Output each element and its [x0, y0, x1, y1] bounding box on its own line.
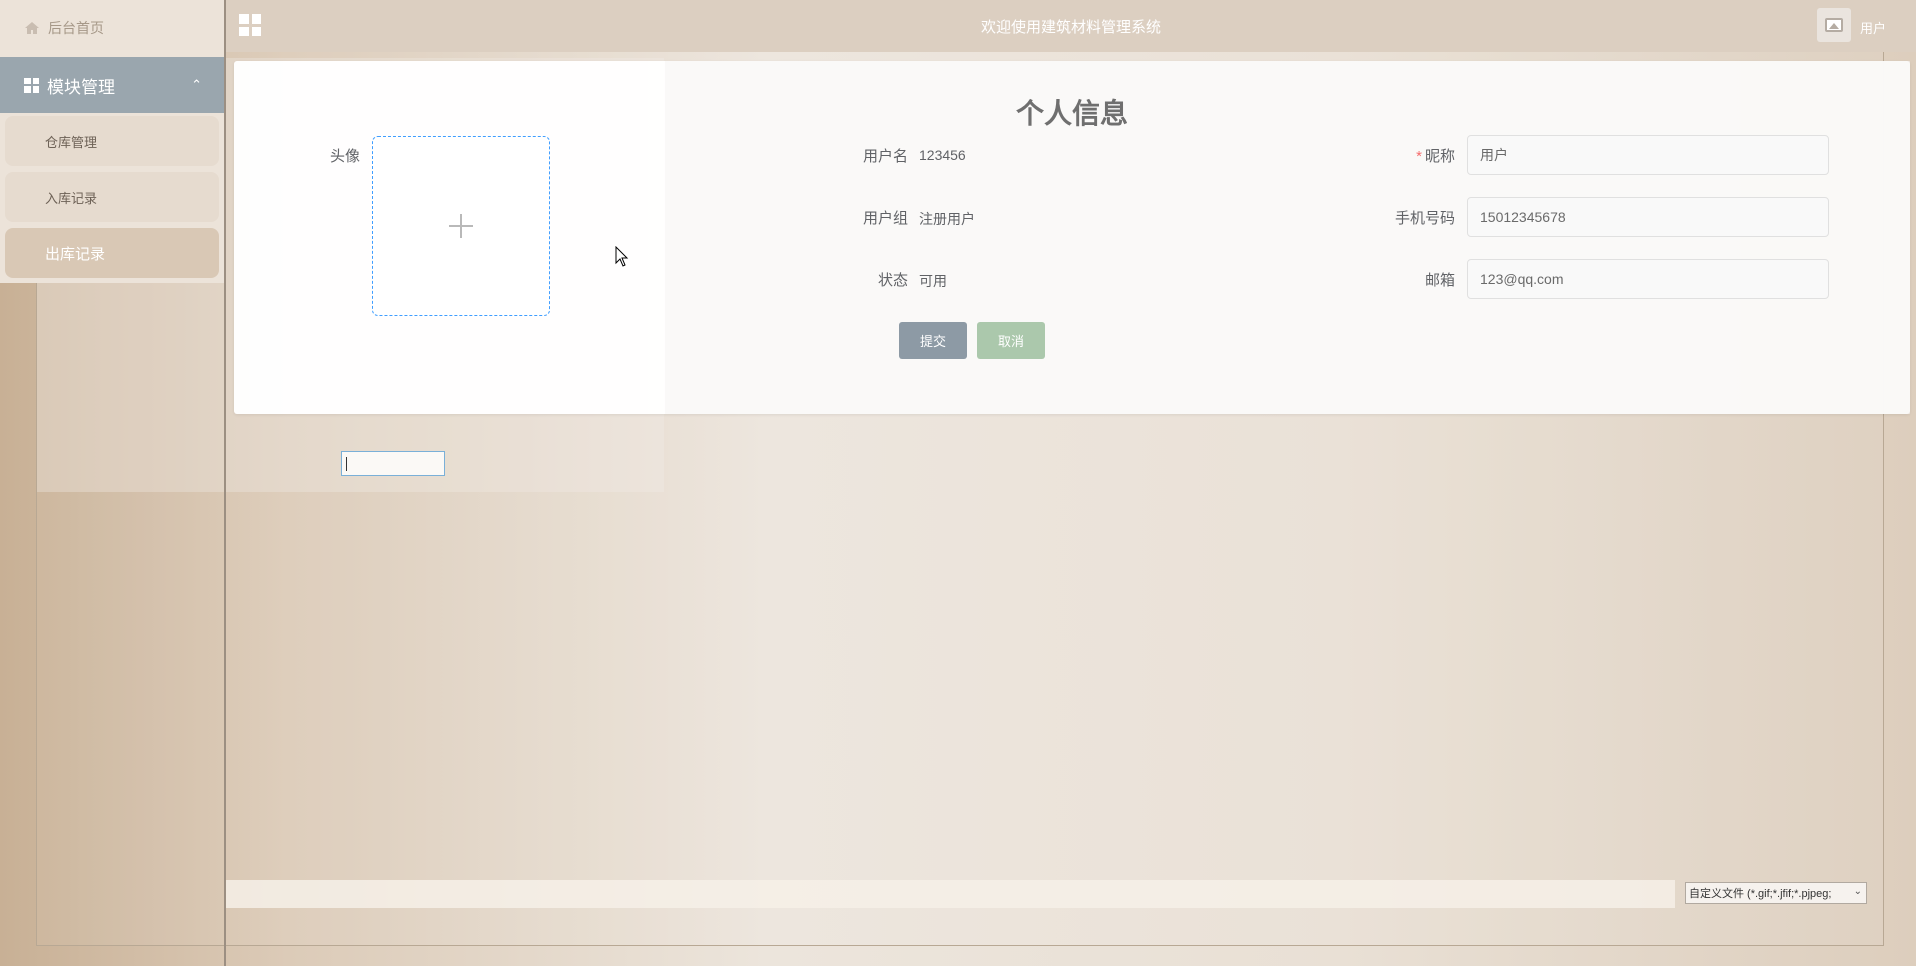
sidebar-item-home[interactable]: 后台首页: [0, 0, 224, 56]
plus-icon: [449, 214, 473, 238]
status-value: 可用: [919, 273, 947, 289]
user-name[interactable]: 用户: [1860, 18, 1886, 37]
sidebar-item-inbound[interactable]: 入库记录: [5, 172, 219, 222]
avatar-upload[interactable]: [372, 136, 550, 316]
mouse-cursor-icon: [615, 246, 629, 267]
sidebar-item-label: 入库记录: [45, 190, 98, 206]
app-title: 欢迎使用建筑材料管理系统: [980, 19, 1161, 36]
sidebar-group-module[interactable]: 模块管理 ⌃: [0, 57, 224, 113]
grid-icon: [24, 77, 39, 93]
cancel-button[interactable]: 取消: [977, 322, 1045, 359]
required-mark: *: [1416, 148, 1422, 165]
ghost-dialog-strip: [225, 880, 1675, 908]
sidebar-item-label: 出库记录: [45, 245, 106, 263]
nickname-label: * 昵称: [1416, 148, 1455, 165]
filename-input[interactable]: [341, 451, 445, 476]
sidebar-item-outbound[interactable]: 出库记录: [5, 228, 219, 278]
chevron-down-icon: ⌄: [1853, 886, 1862, 897]
divider: [224, 0, 226, 966]
avatar[interactable]: [1817, 8, 1851, 42]
username-value: 123456: [919, 147, 966, 163]
home-icon: [25, 22, 39, 34]
email-label: 邮箱: [1424, 272, 1455, 289]
submit-button[interactable]: 提交: [899, 322, 967, 359]
status-label: 状态: [877, 272, 908, 289]
avatar-label: 头像: [329, 148, 360, 165]
chevron-up-icon: ⌃: [191, 77, 202, 92]
page-title: 个人信息: [1015, 98, 1128, 129]
image-icon: [1825, 18, 1843, 32]
sidebar-item-label: 仓库管理: [45, 134, 98, 150]
file-type-value: 自定义文件 (*.gif;*.jfif;*.pjpeg;: [1689, 888, 1832, 900]
username-label: 用户名: [862, 148, 908, 165]
phone-input[interactable]: [1467, 197, 1829, 237]
file-type-select[interactable]: 自定义文件 (*.gif;*.jfif;*.pjpeg; ⌄: [1685, 882, 1867, 904]
nickname-input[interactable]: [1467, 135, 1829, 175]
user-group-value: 注册用户: [919, 211, 975, 227]
email-input[interactable]: [1467, 259, 1829, 299]
user-group-label: 用户组: [862, 210, 908, 227]
sidebar-group-label: 模块管理: [47, 77, 115, 97]
phone-label: 手机号码: [1394, 210, 1455, 227]
sidebar-home-label: 后台首页: [48, 20, 104, 36]
sidebar: 后台首页 模块管理 ⌃ 仓库管理 入库记录 出库记录: [0, 0, 224, 283]
top-header: 欢迎使用建筑材料管理系统 用户: [226, 0, 1916, 52]
sidebar-item-warehouse[interactable]: 仓库管理: [5, 116, 219, 166]
